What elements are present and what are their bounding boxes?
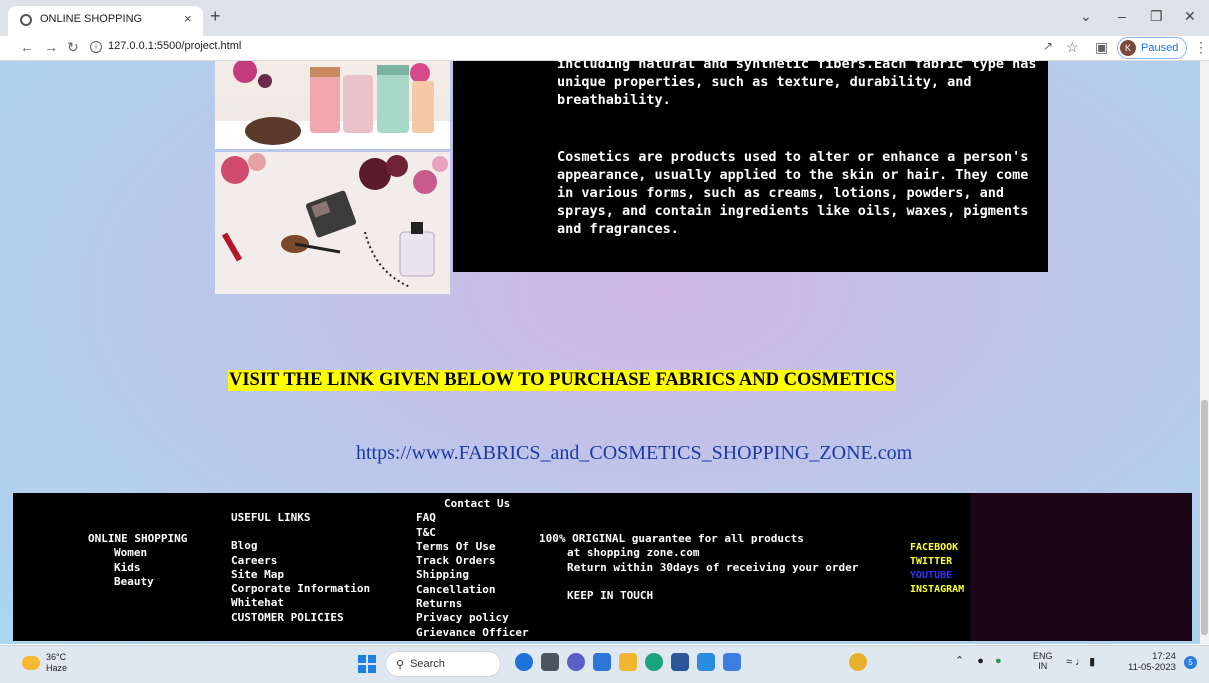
weather-condition: Haze: [46, 663, 68, 673]
tab-title: ONLINE SHOPPING: [40, 13, 143, 25]
bookmark-star-icon[interactable]: ☆: [1066, 39, 1079, 56]
chrome-icon[interactable]: [849, 653, 867, 671]
teams-icon[interactable]: [567, 653, 585, 671]
reload-icon[interactable]: ↻: [67, 39, 79, 56]
edge-icon[interactable]: [645, 653, 663, 671]
search-icon: ⚲: [396, 658, 405, 671]
browser-tab[interactable]: ONLINE SHOPPING ×: [8, 6, 203, 36]
footer-link-tc[interactable]: T&C: [416, 526, 529, 540]
makeup-flatlay-image: [215, 152, 450, 294]
footer-link-customer-policies[interactable]: CUSTOMER POLICIES: [231, 611, 370, 625]
twitter-link[interactable]: TWITTER: [910, 555, 964, 569]
language-code: ENG: [1033, 651, 1053, 661]
notepad-icon[interactable]: [723, 653, 741, 671]
time: 17:24: [1152, 651, 1176, 662]
footer-useful-links-column: USEFUL LINKS Blog Careers Site Map Corpo…: [231, 511, 370, 625]
side-panel-icon[interactable]: ▣: [1095, 39, 1108, 56]
tab-close-button[interactable]: ×: [184, 11, 192, 26]
date: 11-05-2023: [1128, 662, 1176, 673]
tray-app-icon[interactable]: ●: [977, 655, 984, 667]
address-bar[interactable]: i 127.0.0.1:5500/project.html: [90, 40, 241, 53]
footer-link-terms[interactable]: Terms Of Use: [416, 540, 529, 554]
keep-in-touch-label: KEEP IN TOUCH: [567, 588, 654, 602]
footer-link-privacy[interactable]: Privacy policy: [416, 611, 529, 625]
shop-link[interactable]: https://www.FABRICS_and_COSMETICS_SHOPPI…: [356, 442, 912, 465]
makeup-flatlay-illustration: [221, 153, 448, 288]
new-tab-button[interactable]: +: [210, 6, 221, 27]
word-icon[interactable]: [671, 653, 689, 671]
region-code: IN: [1038, 661, 1048, 671]
task-view-icon[interactable]: [541, 653, 559, 671]
tab-search-icon[interactable]: ⌄: [1080, 8, 1092, 25]
guarantee-line: 100% ORIGINAL guarantee for all products: [539, 532, 804, 545]
notification-badge[interactable]: 5: [1184, 656, 1197, 669]
temperature: 36°C: [46, 652, 67, 662]
visit-heading: VISIT THE LINK GIVEN BELOW TO PURCHASE F…: [228, 370, 896, 391]
avatar: K: [1120, 40, 1136, 56]
security-icon[interactable]: ●: [995, 655, 1002, 667]
footer-link-site-map[interactable]: Site Map: [231, 568, 370, 582]
footer-link-shipping[interactable]: Shipping: [416, 568, 529, 582]
back-icon[interactable]: ←: [20, 39, 34, 55]
forward-icon[interactable]: →: [44, 39, 58, 55]
chevron-up-icon[interactable]: ⌃: [955, 655, 964, 667]
taskbar-search[interactable]: ⚲ Search: [385, 651, 501, 677]
scrollbar-thumb[interactable]: [1201, 400, 1208, 635]
cosmetics-bottles-illustration: [215, 61, 450, 149]
url-text: 127.0.0.1:5500/project.html: [108, 40, 242, 52]
footer-shop-item[interactable]: Women: [88, 546, 187, 560]
close-window-button[interactable]: ✕: [1184, 8, 1196, 25]
footer-shop-column: ONLINE SHOPPING Women Kids Beauty: [88, 532, 187, 589]
wifi-volume-battery-icons[interactable]: ≈ ♩ ▮: [1066, 655, 1095, 668]
haze-icon: [22, 656, 40, 670]
guarantee-line: Return within 30days of receiving your o…: [567, 560, 859, 574]
system-tray: ⌃ ● ●: [955, 654, 1002, 667]
globe-icon: [20, 14, 32, 26]
minimize-button[interactable]: –: [1118, 8, 1126, 24]
bing-icon[interactable]: [515, 653, 533, 671]
cosmetics-paragraph: Cosmetics are products used to alter or …: [557, 149, 1029, 237]
footer-contact-column: Contact Us FAQ T&C Terms Of Use Track Or…: [416, 497, 529, 640]
footer-shop-item[interactable]: Beauty: [88, 575, 187, 589]
footer-link-whitehat[interactable]: Whitehat: [231, 596, 370, 610]
menu-icon[interactable]: ⋮: [1194, 39, 1208, 56]
cosmetics-bottles-image: [215, 61, 450, 149]
share-icon[interactable]: ↗: [1043, 39, 1053, 53]
info-icon[interactable]: i: [90, 41, 102, 53]
footer-guarantee-column: 100% ORIGINAL guarantee for all products…: [539, 532, 858, 603]
restore-button[interactable]: ❐: [1150, 8, 1163, 25]
youtube-link[interactable]: YOUTUBE: [910, 569, 964, 583]
footer-shop-title: ONLINE SHOPPING: [88, 532, 188, 545]
footer-social-column: FACEBOOK TWITTER YOUTUBE INSTAGRAM: [910, 541, 964, 597]
footer-contact-title: Contact Us: [444, 497, 511, 510]
clock[interactable]: 17:24 11-05-2023: [1128, 651, 1176, 673]
profile-button[interactable]: K Paused: [1117, 37, 1188, 59]
footer-link-careers[interactable]: Careers: [231, 554, 370, 568]
footer-useful-title: USEFUL LINKS: [231, 511, 311, 524]
footer-link-blog[interactable]: Blog: [231, 539, 370, 553]
profile-status: Paused: [1141, 42, 1179, 54]
vscode-icon[interactable]: [697, 653, 715, 671]
language-indicator[interactable]: ENG IN: [1033, 651, 1053, 671]
facebook-link[interactable]: FACEBOOK: [910, 541, 964, 555]
footer-link-cancellation[interactable]: Cancellation: [416, 583, 529, 597]
store-icon[interactable]: [593, 653, 611, 671]
fabrics-paragraph: including natural and synthetic fibers.E…: [557, 56, 1037, 108]
footer-link-track-orders[interactable]: Track Orders: [416, 554, 529, 568]
file-explorer-icon[interactable]: [619, 653, 637, 671]
footer-shop-item[interactable]: Kids: [88, 561, 187, 575]
guarantee-line: at shopping zone.com: [567, 546, 700, 560]
footer-link-grievance[interactable]: Grievance Officer: [416, 626, 529, 640]
instagram-link[interactable]: INSTAGRAM: [910, 583, 964, 597]
footer-link-returns[interactable]: Returns: [416, 597, 529, 611]
search-label: Search: [410, 658, 445, 670]
footer-link-faq[interactable]: FAQ: [416, 511, 529, 525]
windows-start-icon[interactable]: [358, 655, 376, 673]
footer-link-corporate[interactable]: Corporate Information: [231, 582, 370, 596]
weather-widget[interactable]: 36°C Haze: [22, 652, 67, 674]
footer-right-panel: [970, 493, 1192, 641]
